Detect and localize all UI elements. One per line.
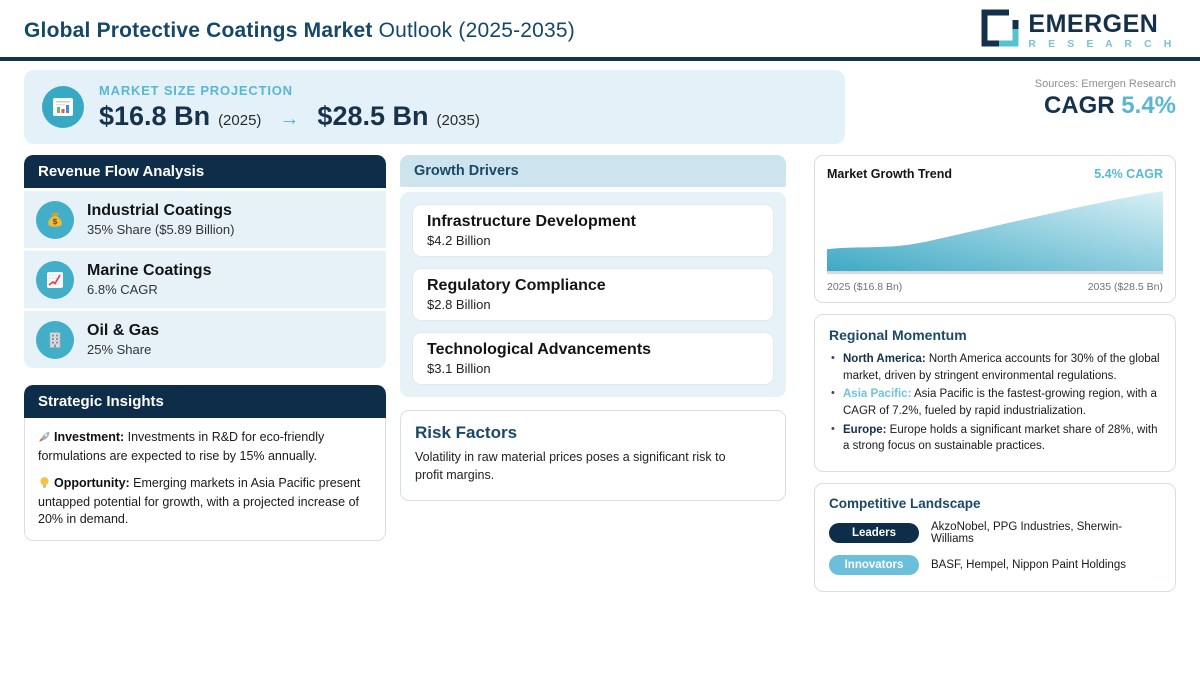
money-bag-icon: $ — [36, 200, 74, 239]
main-content: Revenue Flow Analysis $ Industrial Coati… — [0, 144, 1200, 593]
revenue-flow-header: Revenue Flow Analysis — [24, 155, 386, 188]
segment-stat: 25% Share — [87, 342, 152, 358]
projection-end-value: $28.5 Bn — [317, 100, 429, 131]
driver-card: Technological Advancements $3.1 Billion — [412, 332, 774, 385]
page-title-regular: Outlook (2025-2035) — [372, 18, 575, 42]
logo-subtitle: R E S E A R C H — [1028, 37, 1176, 50]
projection-start-year: (2025) — [218, 111, 262, 129]
competitive-landscape-title: Competitive Landscape — [829, 496, 981, 512]
svg-text:$: $ — [52, 217, 58, 226]
list-item-text: Marine Coatings 6.8% CAGR — [87, 262, 211, 297]
insight-label: Opportunity: — [54, 475, 130, 490]
driver-card: Infrastructure Development $4.2 Billion — [412, 204, 774, 257]
insight-label: Investment: — [54, 430, 125, 444]
trend-start-label: 2025 ($16.8 Bn) — [827, 281, 903, 293]
driver-title: Regulatory Compliance — [427, 277, 606, 294]
middle-column: Growth Drivers Infrastructure Developmen… — [400, 155, 786, 501]
region-text: Europe holds a significant market share … — [843, 423, 1158, 453]
risk-factors-text: Volatility in raw material prices poses … — [415, 450, 726, 482]
competitive-landscape-card: Competitive Landscape Leaders AkzoNobel,… — [814, 483, 1176, 593]
innovators-companies: BASF, Hempel, Nippon Paint Holdings — [931, 559, 1126, 572]
trend-header: Market Growth Trend 5.4% CAGR — [827, 167, 1163, 181]
list-item: North America: North America accounts fo… — [829, 351, 1161, 384]
header: Global Protective Coatings Market Outloo… — [0, 0, 1200, 57]
table-row: Leaders AkzoNobel, PPG Industries, Sherw… — [829, 521, 1161, 545]
list-item: Europe: Europe holds a significant marke… — [829, 422, 1161, 455]
segment-title: Marine Coatings — [87, 261, 212, 279]
projection-end-year: (2035) — [436, 111, 480, 129]
leaders-companies: AkzoNobel, PPG Industries, Sherwin-Willi… — [931, 521, 1123, 546]
driver-card: Regulatory Compliance $2.8 Billion — [412, 268, 774, 321]
driver-title: Technological Advancements — [427, 341, 652, 358]
left-column: Revenue Flow Analysis $ Industrial Coati… — [24, 155, 386, 542]
bulb-icon — [38, 476, 51, 494]
list-item-text: Oil & Gas 25% Share — [87, 322, 159, 357]
cagr-line: CAGR 5.4% — [845, 92, 1176, 120]
segment-title: Oil & Gas — [87, 321, 160, 339]
driver-value: $4.2 Billion — [427, 233, 491, 248]
driver-title: Infrastructure Development — [427, 213, 636, 230]
building-icon — [36, 320, 74, 359]
market-size-banner: MARKET SIZE PROJECTION $16.8 Bn (2025) →… — [24, 70, 845, 144]
logo-name: EMERGEN — [1028, 9, 1159, 38]
risk-factors-title: Risk Factors — [415, 423, 518, 442]
list-item-text: Industrial Coatings 35% Share ($5.89 Bil… — [87, 202, 234, 237]
market-size-section: MARKET SIZE PROJECTION $16.8 Bn (2025) →… — [0, 61, 1200, 144]
projection-values: $16.8 Bn (2025) → $28.5 Bn (2035) — [99, 101, 480, 132]
page-title: Global Protective Coatings Market Outloo… — [24, 19, 575, 43]
regional-list: North America: North America accounts fo… — [829, 351, 1161, 455]
segment-stat: 35% Share ($5.89 Billion) — [87, 222, 235, 238]
risk-factors-card: Risk Factors Volatility in raw material … — [400, 410, 786, 501]
projection-label: MARKET SIZE PROJECTION — [99, 82, 293, 98]
chart-up-icon — [36, 260, 74, 299]
sources-note: Sources: Emergen Research — [1034, 78, 1176, 90]
region-label: Asia Pacific: — [843, 388, 912, 401]
cagr-block: Sources: Emergen Research CAGR 5.4% — [845, 70, 1176, 120]
area-chart — [827, 190, 1163, 275]
trend-axis-labels: 2025 ($16.8 Bn) 2035 ($28.5 Bn) — [827, 281, 1163, 293]
market-growth-trend-card: Market Growth Trend 5.4% CAGR 2025 ($16.… — [814, 155, 1176, 303]
revenue-flow-panel: Revenue Flow Analysis $ Industrial Coati… — [24, 155, 386, 368]
strategic-insights-header: Strategic Insights — [24, 385, 386, 418]
insight-item: Opportunity: Emerging markets in Asia Pa… — [38, 475, 372, 528]
driver-value: $2.8 Billion — [427, 297, 491, 312]
cagr-value: 5.4% — [1121, 92, 1176, 119]
growth-drivers-body: Infrastructure Development $4.2 Billion … — [400, 192, 786, 397]
list-item: Marine Coatings 6.8% CAGR — [24, 251, 386, 308]
logo-square-icon — [980, 8, 1020, 53]
emergen-logo: EMERGEN R E S E A R C H — [980, 8, 1176, 53]
regional-momentum-title: Regional Momentum — [829, 327, 967, 343]
list-item: $ Industrial Coatings 35% Share ($5.89 B… — [24, 191, 386, 248]
growth-drivers-panel: Growth Drivers Infrastructure Developmen… — [400, 155, 786, 397]
rocket-icon — [38, 430, 51, 448]
infographic-page: Global Protective Coatings Market Outloo… — [0, 0, 1200, 700]
arrow-right-icon: → — [279, 107, 300, 130]
trend-end-label: 2035 ($28.5 Bn) — [1087, 281, 1163, 293]
logo-text: EMERGEN R E S E A R C H — [1028, 9, 1176, 50]
strategic-insights-body: Investment: Investments in R&D for eco-f… — [24, 418, 386, 542]
regional-momentum-card: Regional Momentum North America: North A… — [814, 314, 1176, 473]
strategic-insights-panel: Strategic Insights Investment: Investmen… — [24, 385, 386, 542]
segment-title: Industrial Coatings — [87, 201, 232, 219]
leaders-badge: Leaders — [829, 523, 919, 544]
table-row: Innovators BASF, Hempel, Nippon Paint Ho… — [829, 555, 1161, 576]
trend-cagr: 5.4% CAGR — [1094, 167, 1163, 181]
page-title-bold: Global Protective Coatings Market — [24, 18, 373, 42]
cagr-label: CAGR — [1043, 92, 1122, 119]
region-label: North America: — [843, 353, 926, 365]
region-label: Europe: — [843, 423, 887, 436]
list-item: Oil & Gas 25% Share — [24, 311, 386, 368]
segment-stat: 6.8% CAGR — [87, 282, 158, 298]
projection-start-value: $16.8 Bn — [99, 100, 211, 131]
growth-drivers-header: Growth Drivers — [400, 155, 786, 187]
driver-value: $3.1 Billion — [427, 361, 491, 376]
projection-text: MARKET SIZE PROJECTION $16.8 Bn (2025) →… — [99, 83, 480, 132]
list-item: Asia Pacific: Asia Pacific is the fastes… — [829, 386, 1161, 419]
right-column: Market Growth Trend 5.4% CAGR 2025 ($16.… — [814, 155, 1176, 593]
insight-item: Investment: Investments in R&D for eco-f… — [38, 429, 372, 465]
trend-title: Market Growth Trend — [827, 167, 953, 181]
innovators-badge: Innovators — [829, 555, 919, 576]
bar-chart-icon — [42, 86, 84, 128]
